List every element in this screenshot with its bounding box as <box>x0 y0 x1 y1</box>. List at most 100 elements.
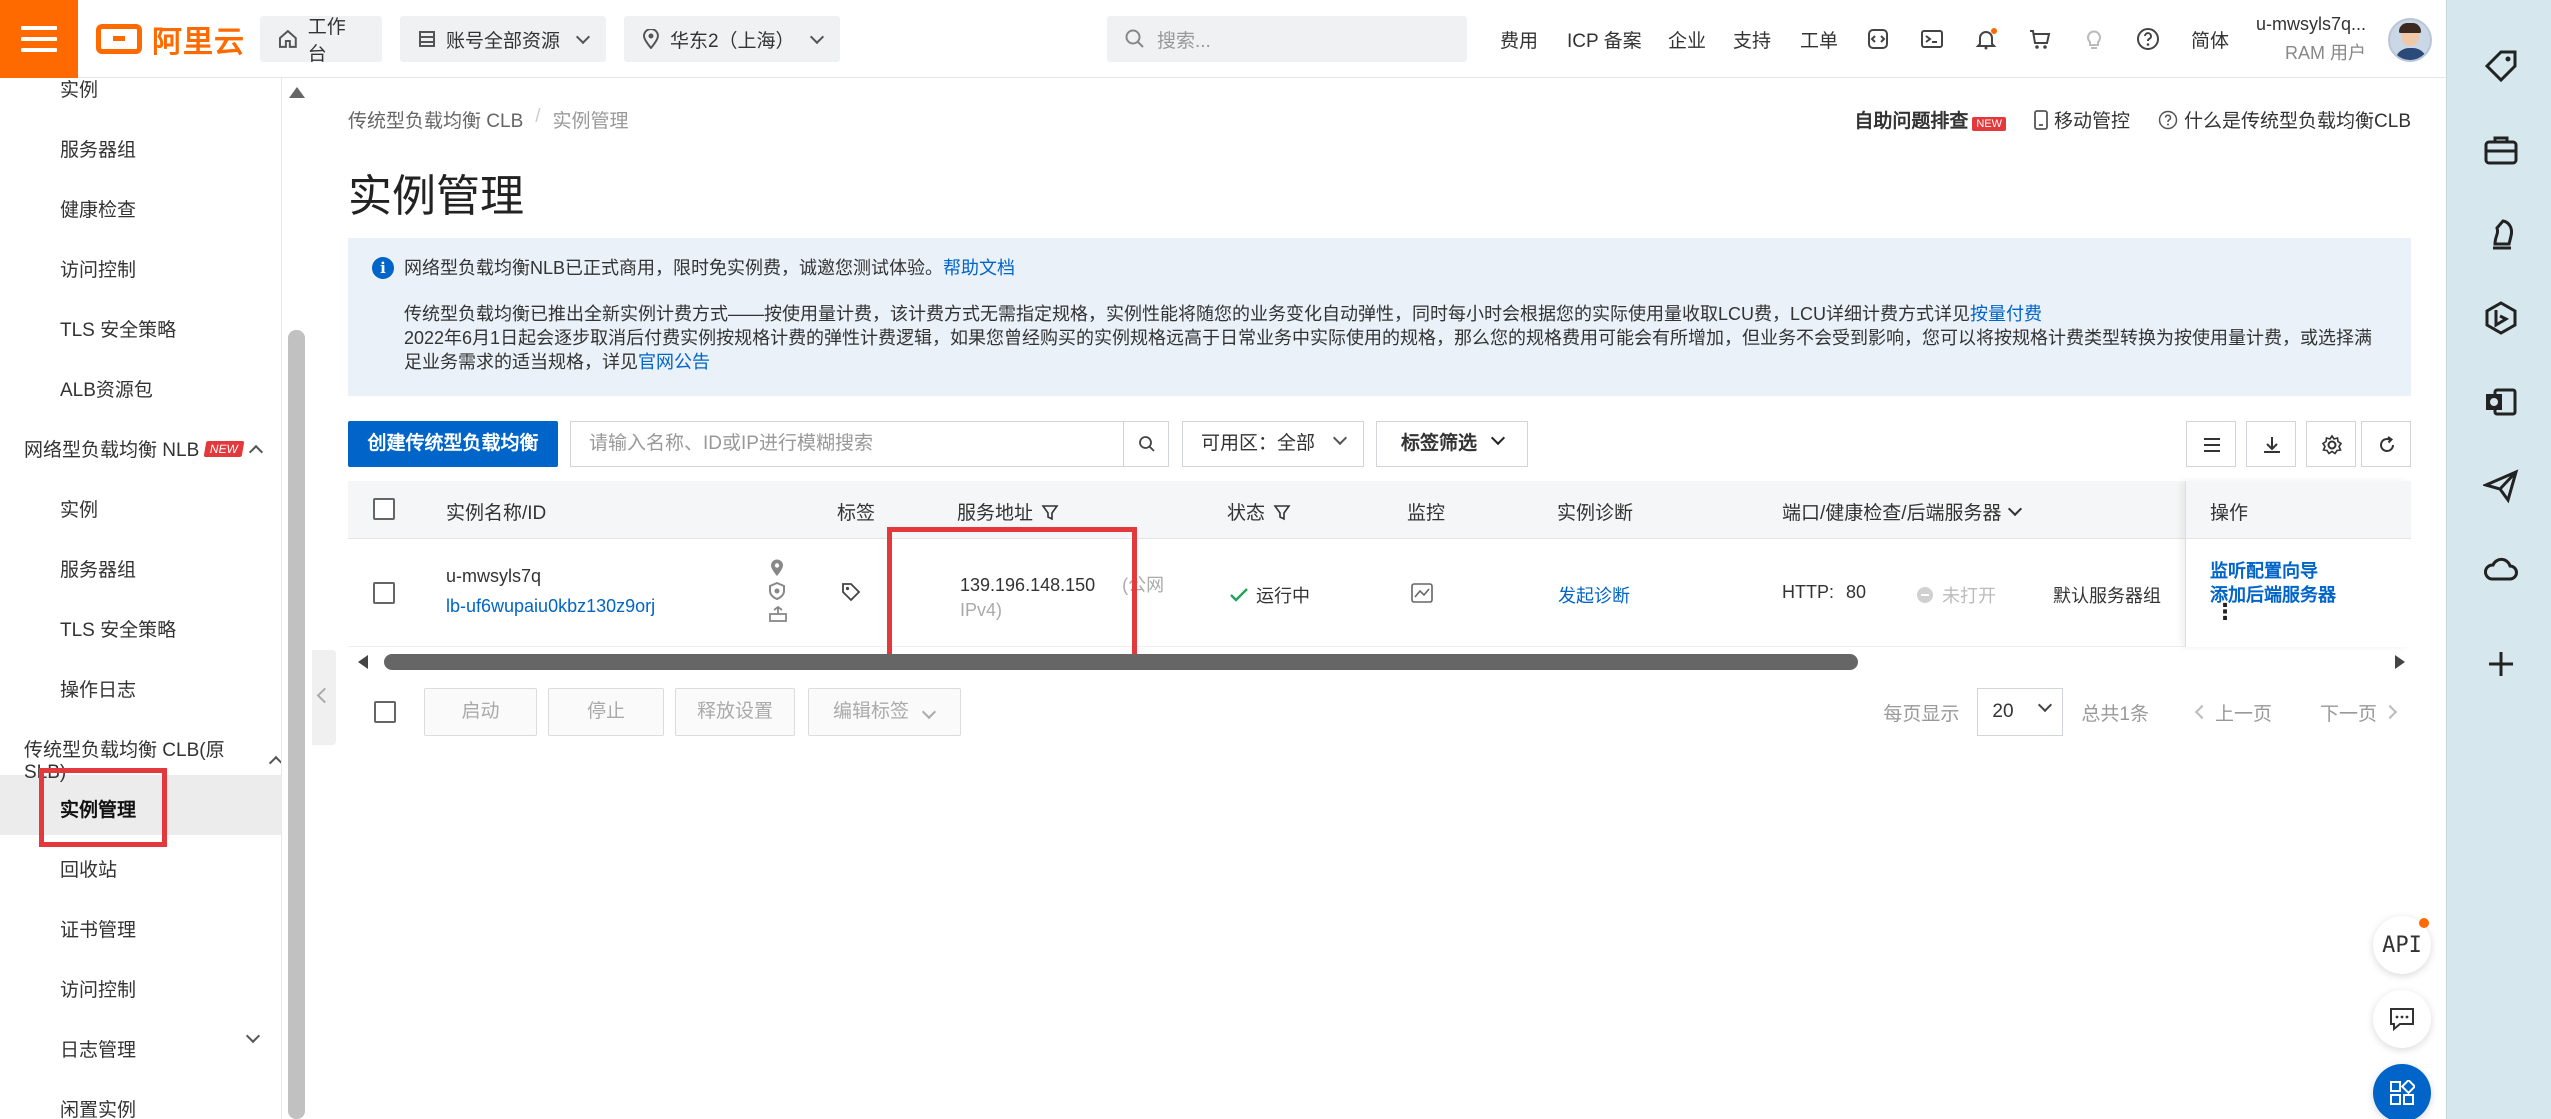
sidebar-item-alb-package[interactable]: ALB资源包 <box>60 375 153 402</box>
instance-id-link[interactable]: lb-uf6wupaiu0kbz130z9orj <box>446 596 655 617</box>
nav-ticket[interactable]: 工单 <box>1800 26 1838 53</box>
terminal-icon[interactable] <box>1920 27 1944 51</box>
sidebar-item-idle-instances[interactable]: 闲置实例 <box>60 1095 136 1119</box>
sidebar-item-alb-server-groups[interactable]: 服务器组 <box>60 135 136 162</box>
nav-support[interactable]: 支持 <box>1733 26 1771 53</box>
page-size-select[interactable]: 20 <box>1977 688 2064 736</box>
workbench-button[interactable]: 工作台 <box>260 16 382 65</box>
table-footer: 启动 停止 释放设置 编辑标签 每页显示 20 总共1条 上一页 下一页 <box>348 688 2411 738</box>
location-pin-icon[interactable] <box>769 559 785 577</box>
chevron-down-icon <box>1332 430 1348 446</box>
official-announcement-link[interactable]: 官网公告 <box>638 352 710 372</box>
chevron-down-icon <box>2038 697 2053 713</box>
tag-icon[interactable] <box>2483 48 2519 84</box>
scroll-up-arrow-icon[interactable] <box>289 87 305 98</box>
start-button[interactable]: 启动 <box>424 688 537 736</box>
bell-icon[interactable] <box>1974 27 1998 51</box>
filter-funnel-icon[interactable] <box>1273 503 1291 521</box>
avatar[interactable] <box>2388 18 2432 62</box>
user-account[interactable]: u-mwsyls7q... RAM 用户 <box>2256 14 2366 65</box>
prev-page-button[interactable]: 上一页 <box>2194 699 2272 726</box>
help-doc-link[interactable]: 帮助文档 <box>943 258 1015 278</box>
chess-knight-icon[interactable] <box>2483 216 2519 252</box>
next-page-button[interactable]: 下一页 <box>2320 699 2398 726</box>
sidebar-item-tls-policy[interactable]: TLS 安全策略 <box>60 315 176 342</box>
apps-button[interactable] <box>2373 1064 2431 1119</box>
aliyun-logo[interactable]: 阿里云 <box>96 22 245 59</box>
filter-search-button[interactable] <box>1123 421 1169 467</box>
tag-filter-dropdown[interactable]: 标签筛选 <box>1376 421 1528 467</box>
sidebar-group-nlb[interactable]: 网络型负载均衡 NLB NEW <box>24 435 264 462</box>
send-icon[interactable] <box>2483 468 2519 504</box>
nav-billing[interactable]: 费用 <box>1500 26 1538 53</box>
nav-enterprise[interactable]: 企业 <box>1668 26 1706 53</box>
row-checkbox[interactable] <box>373 582 395 604</box>
resource-scope-dropdown[interactable]: 账号全部资源 <box>400 16 606 62</box>
hamburger-menu-button[interactable] <box>0 0 78 78</box>
footer-select-all-checkbox[interactable] <box>374 701 396 723</box>
sidebar-item-recycle-bin[interactable]: 回收站 <box>60 855 117 882</box>
scroll-left-arrow-icon[interactable] <box>358 655 368 669</box>
sidebar-item-nlb-instances[interactable]: 实例 <box>60 495 98 522</box>
language-switch[interactable]: 简体 <box>2191 26 2229 53</box>
stop-button[interactable]: 停止 <box>548 688 664 736</box>
listener-wizard-link[interactable]: 监听配置向导 <box>2210 559 2411 583</box>
sidebar-item-health-check[interactable]: 健康检查 <box>60 195 136 222</box>
help-icon[interactable] <box>2136 27 2160 51</box>
pay-as-you-go-link[interactable]: 按量付费 <box>1970 304 2042 324</box>
breadcrumb-parent[interactable]: 传统型负载均衡 CLB <box>348 106 523 133</box>
more-actions-icon[interactable]: ⋮ <box>2214 601 2411 623</box>
cloud-icon[interactable] <box>2483 552 2519 588</box>
add-backend-servers-link[interactable]: 添加后端服务器 <box>2210 583 2411 607</box>
edit-tags-button[interactable]: 编辑标签 <box>808 688 961 736</box>
sidebar-item-alb-instances[interactable]: 实例 <box>60 78 98 102</box>
scroll-right-arrow-icon[interactable] <box>2395 655 2405 669</box>
sidebar-item-access-control[interactable]: 访问控制 <box>60 255 136 282</box>
zone-select-label: 可用区： <box>1201 433 1278 454</box>
export-button[interactable] <box>2246 421 2296 467</box>
network-device-icon[interactable] <box>769 606 787 622</box>
instance-filter-input[interactable]: 请输入名称、ID或IP进行模糊搜索 <box>570 421 1124 467</box>
mobile-control-link[interactable]: 移动管控 <box>2034 106 2130 133</box>
sidebar-item-nlb-server-groups[interactable]: 服务器组 <box>60 555 136 582</box>
list-view-button[interactable] <box>2186 421 2236 467</box>
nav-icp[interactable]: ICP 备案 <box>1567 26 1642 53</box>
chevron-down-icon[interactable] <box>245 1028 261 1044</box>
bing-icon[interactable] <box>2483 300 2519 336</box>
column-header-address[interactable]: 服务地址 <box>957 498 1059 525</box>
outlook-icon[interactable] <box>2483 384 2519 420</box>
table-horizontal-scrollbar[interactable] <box>348 651 2411 673</box>
what-is-clb-link[interactable]: 什么是传统型负载均衡CLB <box>2158 106 2411 133</box>
sidebar-collapse-button[interactable] <box>312 650 336 745</box>
create-clb-button[interactable]: 创建传统型负载均衡 <box>348 421 558 467</box>
briefcase-icon[interactable] <box>2483 132 2519 168</box>
feedback-button[interactable] <box>2373 990 2431 1048</box>
self-help-link[interactable]: 自助问题排查 NEW <box>1854 106 2007 133</box>
global-search-input[interactable]: 搜索... <box>1107 16 1467 62</box>
tag-icon[interactable] <box>841 582 861 602</box>
settings-button[interactable] <box>2306 421 2356 467</box>
refresh-button[interactable] <box>2361 421 2411 467</box>
lightbulb-icon[interactable] <box>2082 27 2106 51</box>
filter-funnel-icon[interactable] <box>1041 503 1059 521</box>
zone-select[interactable]: 可用区：全部 <box>1182 421 1364 467</box>
select-all-checkbox[interactable] <box>373 498 395 520</box>
cart-icon[interactable] <box>2028 27 2052 51</box>
column-header-status[interactable]: 状态 <box>1227 498 1291 525</box>
sidebar-item-nlb-logs[interactable]: 操作日志 <box>60 675 136 702</box>
sidebar-item-clb-access-control[interactable]: 访问控制 <box>60 975 136 1002</box>
shield-icon[interactable] <box>769 582 785 600</box>
code-icon[interactable] <box>1866 27 1890 51</box>
release-settings-button[interactable]: 释放设置 <box>675 688 795 736</box>
table-scrollbar-thumb[interactable] <box>384 654 1858 670</box>
region-dropdown[interactable]: 华东2（上海） <box>624 16 840 62</box>
api-button[interactable]: API <box>2373 916 2431 974</box>
sidebar-item-nlb-tls-policy[interactable]: TLS 安全策略 <box>60 615 176 642</box>
sidebar-scrollbar-thumb[interactable] <box>288 330 305 1119</box>
sidebar-item-log-management[interactable]: 日志管理 <box>60 1035 136 1062</box>
sidebar-item-certificates[interactable]: 证书管理 <box>60 915 136 942</box>
column-header-ports[interactable]: 端口/健康检查/后端服务器 <box>1782 498 2022 525</box>
monitor-chart-icon[interactable] <box>1411 583 1433 603</box>
start-diagnosis-link[interactable]: 发起诊断 <box>1558 582 1630 608</box>
add-icon[interactable] <box>2483 646 2519 682</box>
